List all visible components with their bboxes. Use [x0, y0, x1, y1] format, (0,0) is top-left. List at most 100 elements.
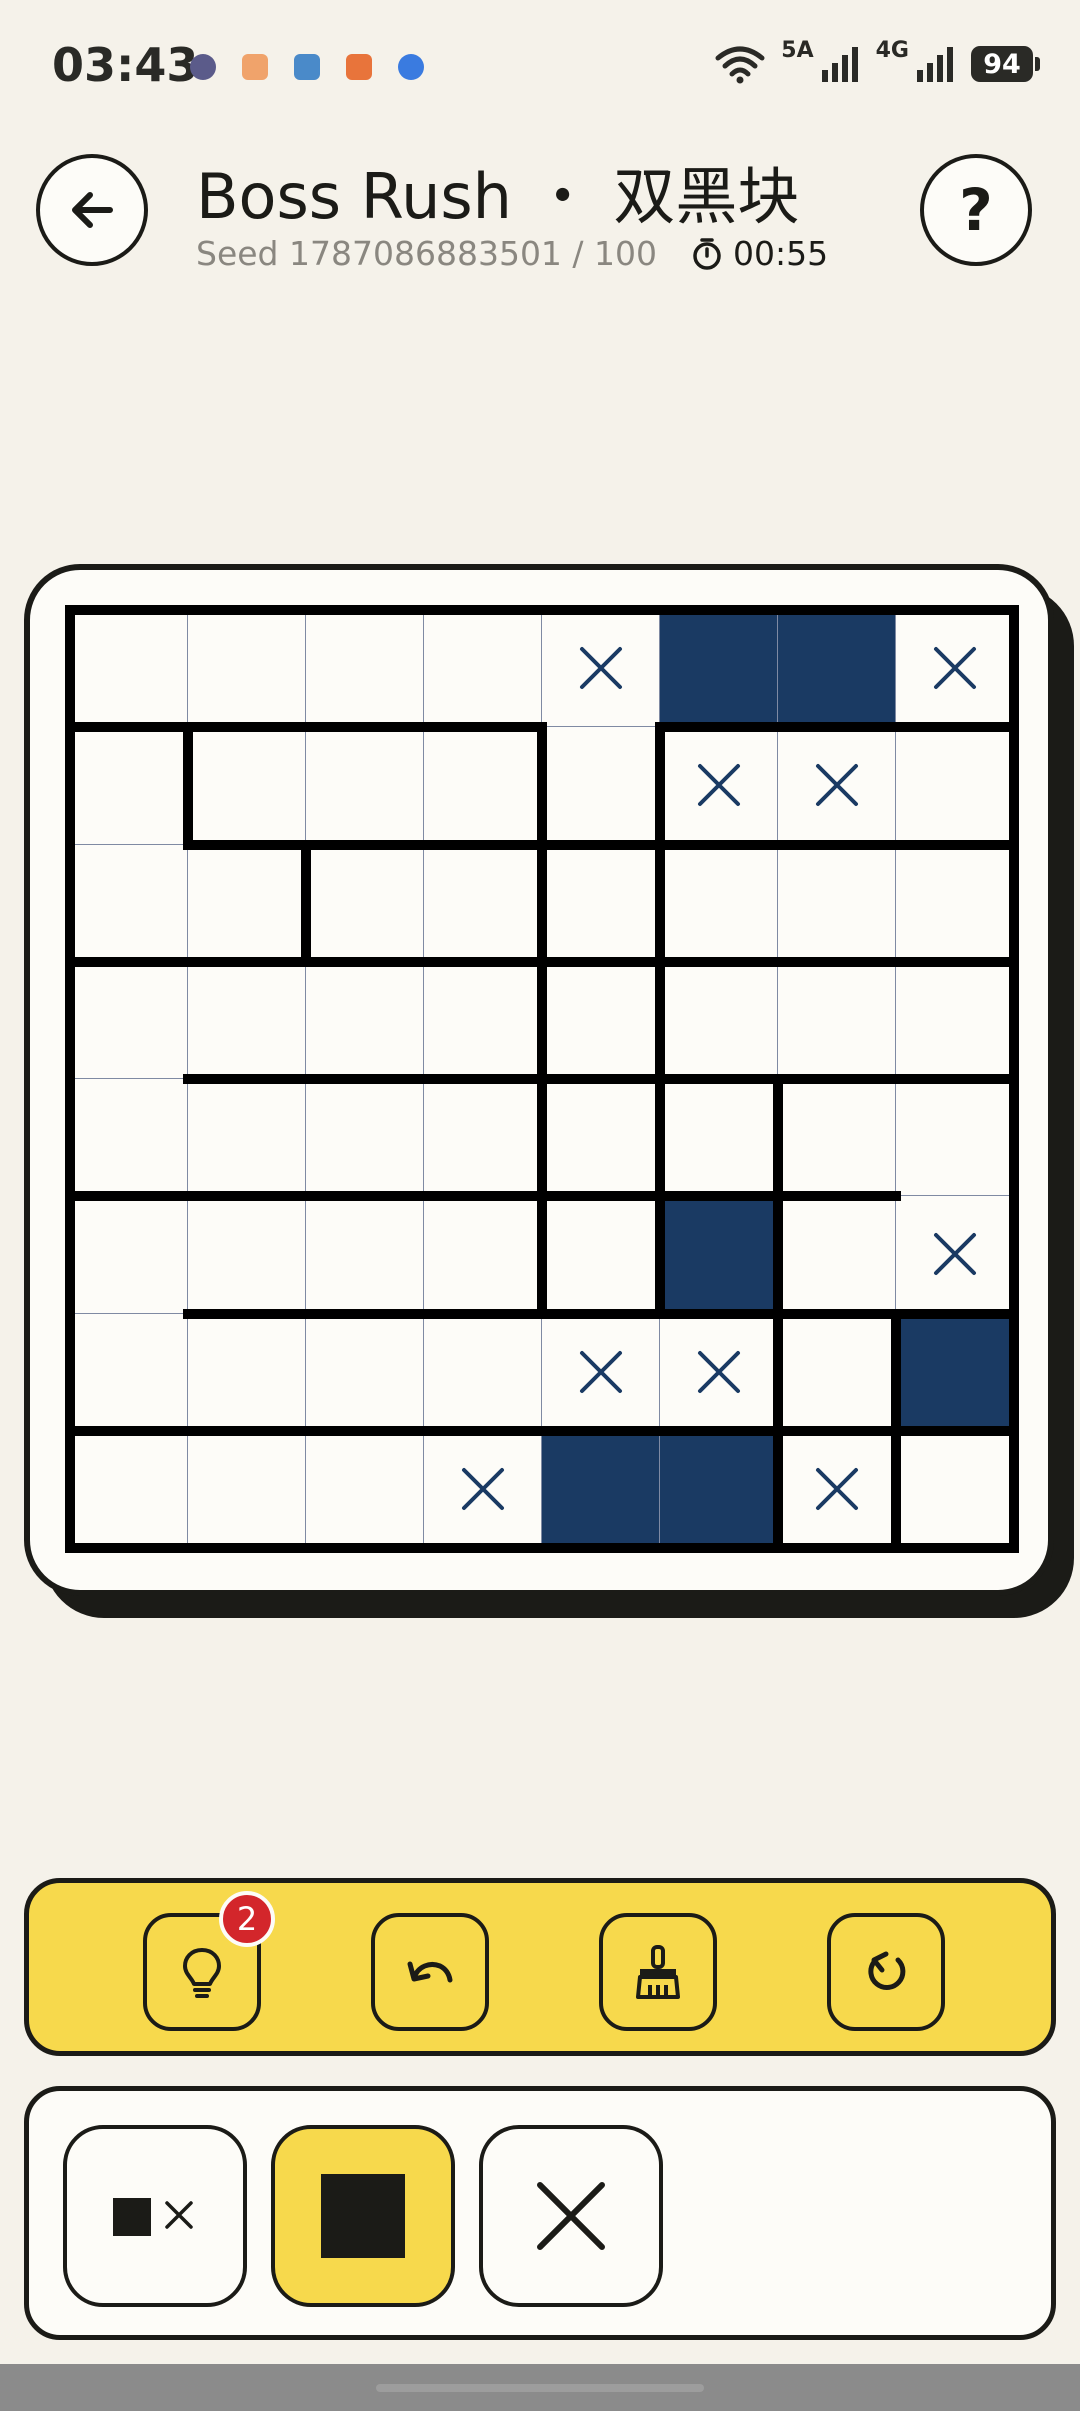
clear-button[interactable]	[599, 1913, 717, 2031]
grid-cell[interactable]	[778, 727, 896, 845]
help-button[interactable]: ?	[920, 154, 1032, 266]
grid-cell[interactable]	[188, 961, 306, 1079]
cross-mark-icon	[815, 1467, 858, 1510]
grid-cell[interactable]	[660, 1079, 778, 1197]
hint-button[interactable]: 2	[143, 1891, 275, 2031]
grid-cell[interactable]	[306, 727, 424, 845]
grid-cell[interactable]	[424, 961, 542, 1079]
grid-cell[interactable]	[424, 844, 542, 962]
grid-cell[interactable]	[660, 844, 778, 962]
grid-cell[interactable]	[778, 1196, 896, 1314]
grid-cell[interactable]	[70, 727, 188, 845]
grid-cell[interactable]	[660, 961, 778, 1079]
mode-cross-button[interactable]	[479, 2125, 663, 2307]
grid-cell[interactable]	[660, 1196, 778, 1314]
cross-mark-icon	[933, 1233, 976, 1276]
grid-cell[interactable]	[188, 1313, 306, 1431]
region-wall	[65, 1425, 1019, 1436]
broom-icon	[636, 1945, 680, 1999]
status-time: 03:43	[52, 38, 199, 92]
grid-cell[interactable]	[896, 961, 1014, 1079]
grid-cell[interactable]	[778, 610, 896, 728]
grid-cell[interactable]	[424, 1196, 542, 1314]
grid-cell[interactable]	[70, 844, 188, 962]
puzzle-grid	[65, 605, 1019, 1553]
cross-mark-icon	[933, 647, 976, 690]
mode-fill-button[interactable]	[271, 2125, 455, 2307]
page-title: Boss Rush ・ 双黑块	[196, 160, 800, 233]
grid-cell[interactable]	[306, 1196, 424, 1314]
grid-cell[interactable]	[306, 1430, 424, 1548]
cross-mark-icon	[697, 764, 740, 807]
home-gesture-handle[interactable]	[376, 2384, 704, 2392]
grid-cell[interactable]	[424, 610, 542, 728]
grid-cell[interactable]	[660, 727, 778, 845]
region-wall	[655, 1191, 665, 1319]
grid-cell[interactable]	[542, 610, 660, 728]
grid-cell[interactable]	[70, 1196, 188, 1314]
grid-cell[interactable]	[70, 1430, 188, 1548]
region-wall	[65, 722, 547, 733]
grid-cell[interactable]	[896, 844, 1014, 962]
grid-cell[interactable]	[896, 1079, 1014, 1197]
grid-cell[interactable]	[188, 844, 306, 962]
undo-button[interactable]	[371, 1913, 489, 2031]
grid-cell[interactable]	[424, 1313, 542, 1431]
grid-cell[interactable]	[306, 1313, 424, 1431]
app-icon-1	[190, 54, 216, 80]
grid-cell[interactable]	[70, 1313, 188, 1431]
back-button[interactable]	[36, 154, 148, 266]
grid-cell[interactable]	[70, 961, 188, 1079]
grid-cell[interactable]	[542, 1079, 660, 1197]
grid-cell[interactable]	[188, 1196, 306, 1314]
mode-fill-and-mark-button[interactable]	[63, 2125, 247, 2307]
grid-cell[interactable]	[778, 1079, 896, 1197]
grid-cell[interactable]	[306, 961, 424, 1079]
grid-cell[interactable]	[542, 1313, 660, 1431]
restart-button[interactable]	[827, 1913, 945, 2031]
cross-mark-icon	[815, 764, 858, 807]
grid-cell[interactable]	[70, 610, 188, 728]
grid-cell[interactable]	[778, 961, 896, 1079]
grid-cell[interactable]	[542, 1430, 660, 1548]
grid-cell[interactable]	[424, 1430, 542, 1548]
grid-cell[interactable]	[188, 1079, 306, 1197]
grid-cell[interactable]	[896, 610, 1014, 728]
grid-cell[interactable]	[896, 727, 1014, 845]
grid-cell[interactable]	[306, 1079, 424, 1197]
hint-count-badge: 2	[219, 1891, 275, 1947]
grid-cell[interactable]	[542, 727, 660, 845]
region-wall	[773, 1074, 783, 1553]
grid-cell[interactable]	[424, 727, 542, 845]
app-icon-5	[398, 54, 424, 80]
region-wall	[65, 1543, 1019, 1553]
system-navigation-bar	[0, 2364, 1080, 2411]
cross-mark-icon	[579, 647, 622, 690]
grid-cell[interactable]	[778, 844, 896, 962]
region-wall	[301, 839, 311, 967]
grid-cell[interactable]	[306, 610, 424, 728]
grid-cell[interactable]	[542, 961, 660, 1079]
grid-cell[interactable]	[188, 610, 306, 728]
grid-cell[interactable]	[896, 1196, 1014, 1314]
battery-level: 94	[971, 46, 1033, 82]
status-bar: 03:43 5A 4G 94	[0, 0, 1080, 140]
grid-cell[interactable]	[660, 610, 778, 728]
grid-cell[interactable]	[70, 1079, 188, 1197]
grid-cell[interactable]	[542, 1196, 660, 1314]
timer: 00:55	[691, 234, 828, 273]
grid-cell[interactable]	[896, 1430, 1014, 1548]
grid-cell[interactable]	[424, 1079, 542, 1197]
network-5g-label: 5A	[781, 37, 814, 63]
grid-cell[interactable]	[542, 844, 660, 962]
grid-cell[interactable]	[306, 844, 424, 962]
grid-cell[interactable]	[660, 1430, 778, 1548]
grid-cell[interactable]	[778, 1313, 896, 1431]
grid-cell[interactable]	[188, 727, 306, 845]
region-wall	[65, 605, 1019, 615]
grid-cell[interactable]	[660, 1313, 778, 1431]
grid-cell[interactable]	[188, 1430, 306, 1548]
region-wall	[537, 722, 547, 1319]
grid-cell[interactable]	[778, 1430, 896, 1548]
grid-cell[interactable]	[896, 1313, 1014, 1431]
